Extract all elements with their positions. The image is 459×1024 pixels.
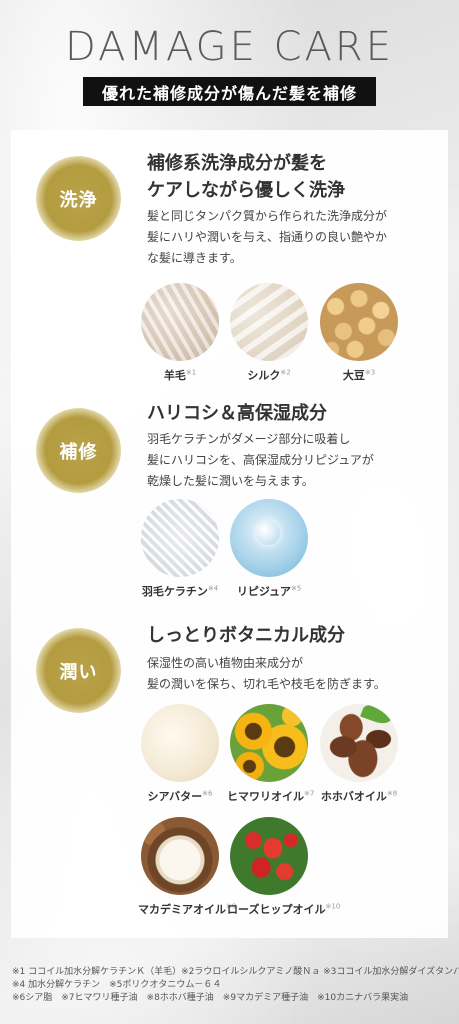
repair-badge: 補修 (36, 408, 121, 493)
repair-description: 羽毛ケラチンがダメージ部分に吸着し 髪にハリコシを、高保湿成分リピジュアが 乾燥… (147, 432, 374, 488)
repair-heading: ハリコシ＆高保湿成分 (147, 403, 327, 424)
cleansing-heading: 補修系洗浄成分が髪を ケアしながら優しく洗浄 (147, 153, 345, 201)
ingredient-wool: 羊毛※1 (138, 283, 222, 383)
ingredient-silk: シルク※2 (227, 283, 311, 383)
rosehip-image (230, 817, 308, 895)
macadamia-image (141, 817, 219, 895)
ingredient-lipidure: リピジュア※5 (227, 499, 311, 599)
feather-keratin-image (141, 499, 219, 577)
jojoba-image (320, 704, 398, 782)
moisture-badge: 潤い (36, 628, 121, 713)
cleansing-description: 髪と同じタンパク質から作られた洗浄成分が 髪にハリや潤いを与え、指通りの良い艶や… (147, 209, 388, 265)
cleansing-badge: 洗浄 (36, 156, 121, 241)
subtitle-banner: 優れた補修成分が傷んだ髪を補修 (83, 77, 376, 106)
ingredient-shea-butter: シアバター※6 (138, 704, 222, 804)
footnote-line-3: ※6シア脂 ※7ヒマワリ種子油 ※8ホホバ種子油 ※9マカデミア種子油 ※10カ… (12, 993, 409, 1003)
soybean-image (320, 283, 398, 361)
lipidure-image (230, 499, 308, 577)
ingredient-sunflower-oil: ヒマワリオイル※7 (227, 704, 314, 804)
page-title: DAMAGE CARE (65, 24, 394, 70)
footnote-line-1: ※1 ココイル加水分解ケラチンＫ（羊毛）※2ラウロイルシルクアミノ酸Ｎａ ※3コ… (12, 967, 459, 977)
ingredient-feather-keratin: 羽毛ケラチン※4 (138, 499, 222, 599)
ingredient-soybean: 大豆※3 (317, 283, 401, 383)
ingredient-jojoba-oil: ホホバオイル※8 (317, 704, 401, 804)
silk-image (230, 283, 308, 361)
ingredient-macadamia-oil: マカデミアオイル※9 (138, 817, 236, 917)
content-panel: 洗浄 補修系洗浄成分が髪を ケアしながら優しく洗浄 髪と同じタンパク質から作られ… (11, 130, 448, 938)
wool-image (141, 283, 219, 361)
shea-butter-image (141, 704, 219, 782)
moisture-description: 保湿性の高い植物由来成分が 髪の潤いを保ち、切れ毛や枝毛を防ぎます。 (147, 656, 386, 691)
moisture-heading: しっとりボタニカル成分 (147, 625, 345, 646)
ingredient-rosehip-oil: ローズヒップオイル※10 (227, 817, 340, 917)
sunflower-image (230, 704, 308, 782)
subtitle-text: 優れた補修成分が傷んだ髪を補修 (101, 83, 357, 103)
footnote-line-2: ※4 加水分解ケラチン ※5ポリクオタニウム－６４ (12, 980, 222, 990)
